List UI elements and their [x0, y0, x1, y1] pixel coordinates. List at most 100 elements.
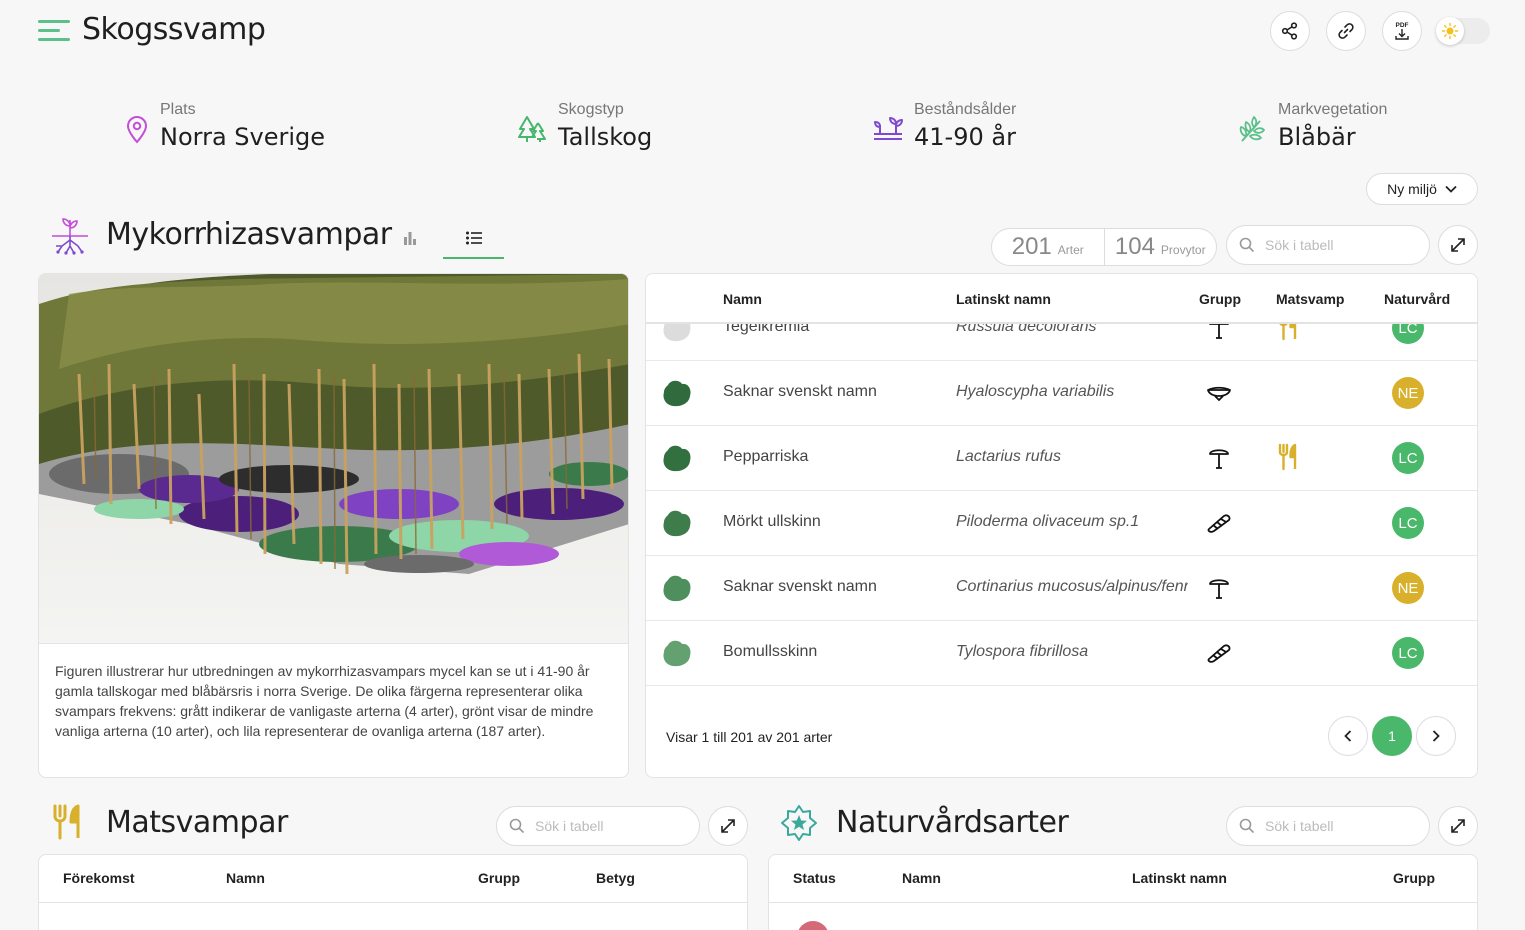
pdf-download-icon: PDF: [1395, 22, 1409, 40]
expand-icon: [1451, 238, 1465, 252]
table-body[interactable]: Tegelkremla Russula decolorans LC Saknar sv…: [646, 310, 1477, 696]
section-title-matsvampar: Matsvampar: [106, 805, 288, 840]
table-row[interactable]: Mörkt ullskinn Piloderma olivaceum sp.1 LC: [646, 491, 1477, 556]
search-icon: [1239, 237, 1255, 253]
pdf-download-button[interactable]: PDF: [1382, 11, 1422, 51]
leaves-icon: [1239, 116, 1265, 142]
conservation-status-badge: NE: [1392, 572, 1424, 604]
column-header-grupp[interactable]: Grupp: [1199, 291, 1241, 307]
expand-icon: [1451, 819, 1465, 833]
prev-page-button[interactable]: [1328, 716, 1368, 756]
column-header-forekomst[interactable]: Förekomst: [63, 870, 135, 886]
frequency-blob-icon: [663, 640, 691, 667]
latin-name: Tylospora fibrillosa: [956, 643, 1089, 660]
status-badge: [797, 921, 829, 930]
search-input[interactable]: [1265, 237, 1405, 253]
frequency-blob-icon: [663, 380, 691, 407]
myko-search[interactable]: [1226, 225, 1430, 265]
column-header-naturvard[interactable]: Naturvård: [1384, 291, 1450, 307]
search-icon: [1239, 818, 1255, 834]
table-footer-info: Visar 1 till 201 av 201 arter: [666, 729, 833, 745]
fork-knife-icon: [53, 804, 80, 840]
species-name: Mörkt ullskinn: [723, 513, 821, 530]
table-row[interactable]: Saknar svenskt namn Cortinarius mucosus/a…: [646, 556, 1477, 621]
info-markvegetation: Markvegetation Blåbär: [1236, 101, 1387, 151]
species-name: Saknar svenskt namn: [723, 383, 877, 400]
section-title-naturvardsarter: Naturvårdsarter: [836, 805, 1069, 840]
latin-name: Lactarius rufus: [956, 448, 1061, 465]
mycorrhiza-icon: [52, 218, 88, 255]
species-counts: 201 Arter 104 Provytor: [991, 228, 1217, 266]
conservation-status-badge: LC: [1392, 637, 1424, 669]
conservation-status-badge: NE: [1392, 377, 1424, 409]
latin-name: Cortinarius mucosus/alpinus/fennoscandic…: [956, 578, 1188, 595]
tab-list-view[interactable]: [443, 218, 504, 259]
table-row[interactable]: Pepparriska Lactarius rufus LC: [646, 426, 1477, 491]
search-input[interactable]: [1265, 818, 1405, 834]
natur-search[interactable]: [1226, 806, 1430, 846]
ny-miljo-dropdown[interactable]: Ny miljö: [1366, 173, 1478, 205]
column-header-status[interactable]: Status: [793, 870, 836, 886]
species-name: Bomullsskinn: [723, 643, 818, 660]
forest-illustration: [39, 274, 628, 643]
menu-icon[interactable]: [38, 20, 70, 42]
list-icon: [465, 231, 482, 244]
location-pin-icon: [126, 116, 148, 144]
column-header-namn[interactable]: Namn: [723, 291, 762, 307]
frequency-blob-icon: [663, 445, 691, 472]
conservation-status-badge: LC: [1392, 507, 1424, 539]
bar-chart-icon: [404, 232, 416, 245]
figure-caption: Figuren illustrerar hur utbredningen av …: [55, 663, 594, 739]
table-row[interactable]: Bomullsskinn Tylospora fibrillosa LC: [646, 621, 1477, 686]
share-button[interactable]: [1270, 11, 1310, 51]
trees-icon: [518, 116, 546, 142]
expand-button[interactable]: [1438, 225, 1478, 265]
tab-chart-view[interactable]: [386, 220, 434, 256]
page-title: Skogssvamp: [82, 12, 266, 47]
frequency-blob-icon: [663, 575, 691, 602]
info-plats: Plats Norra Sverige: [124, 101, 325, 151]
share-icon: [1281, 22, 1298, 40]
mykorrhiza-table: Namn Latinskt namn Grupp Matsvamp Naturv…: [645, 273, 1478, 778]
link-icon: [1338, 23, 1354, 39]
section-title-mykorrhiza: Mykorrhizasvampar: [106, 217, 392, 252]
group-icon: [1204, 638, 1234, 668]
expand-button[interactable]: [708, 806, 748, 846]
page-1-button[interactable]: 1: [1372, 716, 1412, 756]
group-icon: [1204, 508, 1234, 538]
group-icon: [1204, 443, 1234, 473]
mat-search[interactable]: [496, 806, 700, 846]
naturvardsarter-table: Status Namn Latinskt namn Grupp: [768, 854, 1478, 930]
column-header-latin[interactable]: Latinskt namn: [1132, 870, 1227, 886]
column-header-namn[interactable]: Namn: [902, 870, 941, 886]
expand-button[interactable]: [1438, 806, 1478, 846]
nature-star-icon: [781, 805, 817, 841]
edible-icon: [1278, 443, 1302, 473]
search-input[interactable]: [535, 818, 675, 834]
sprouts-icon: [874, 117, 903, 140]
species-name: Saknar svenskt namn: [723, 578, 877, 595]
info-bestandsalder: Beståndsålder 41-90 år: [872, 101, 1016, 151]
group-icon: [1204, 378, 1234, 408]
table-row[interactable]: Saknar svenskt namn Hyaloscypha variabili…: [646, 361, 1477, 426]
theme-toggle[interactable]: [1436, 17, 1490, 45]
table-header: Namn Latinskt namn Grupp Matsvamp Naturv…: [646, 274, 1477, 324]
group-icon: [1204, 573, 1234, 603]
forest-figure-card: Figuren illustrerar hur utbredningen av …: [38, 273, 629, 778]
conservation-status-badge: LC: [1392, 442, 1424, 474]
chevron-right-icon: [1432, 730, 1440, 742]
link-button[interactable]: [1326, 11, 1366, 51]
info-skogstyp: Skogstyp Tallskog: [516, 101, 652, 151]
column-header-matsvamp[interactable]: Matsvamp: [1276, 291, 1344, 307]
column-header-grupp[interactable]: Grupp: [1393, 870, 1435, 886]
column-header-grupp[interactable]: Grupp: [478, 870, 520, 886]
next-page-button[interactable]: [1416, 716, 1456, 756]
frequency-blob-icon: [663, 510, 691, 537]
column-header-latin[interactable]: Latinskt namn: [956, 291, 1051, 307]
column-header-namn[interactable]: Namn: [226, 870, 265, 886]
column-header-betyg[interactable]: Betyg: [596, 870, 635, 886]
matsvampar-table: Förekomst Namn Grupp Betyg: [38, 854, 748, 930]
expand-icon: [721, 819, 735, 833]
svg-text:PDF: PDF: [1396, 22, 1409, 29]
sun-icon: [1436, 17, 1464, 45]
